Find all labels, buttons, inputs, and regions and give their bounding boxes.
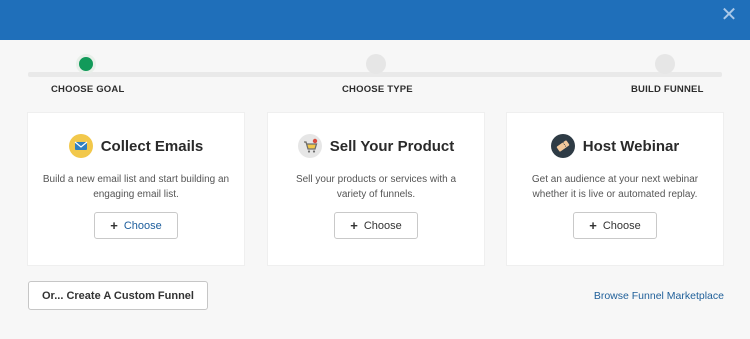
choose-label: Choose [363,219,402,232]
choose-label: Choose [123,219,162,232]
close-icon[interactable]: ✕ [718,4,740,26]
card-description: Sell your products or services with a va… [295,174,457,200]
choose-button-sell-your-product[interactable]: + Choose [334,212,418,239]
step-dot-choose-goal [76,54,96,74]
choose-button-collect-emails[interactable]: + Choose [94,212,178,239]
modal-header-bar [0,0,750,40]
browse-funnel-marketplace-link[interactable]: Browse Funnel Marketplace [594,290,724,302]
card-title: Host Webinar [582,137,680,155]
goal-card-host-webinar[interactable]: Host Webinar Get an audience at your nex… [507,113,723,265]
card-description: Get an audience at your next webinar whe… [531,174,699,200]
plus-icon: + [589,218,597,233]
step-label-choose-type: CHOOSE TYPE [342,84,413,95]
goal-card-collect-emails[interactable]: Collect Emails Build a new email list an… [28,113,244,265]
step-dot-build-funnel [655,54,675,74]
shopping-cart-icon [297,134,322,158]
choose-button-host-webinar[interactable]: + Choose [573,212,657,239]
choose-label: Choose [602,219,641,232]
step-dot-choose-type [366,54,386,74]
step-label-choose-goal: CHOOSE GOAL [51,84,125,95]
card-title: Sell Your Product [329,137,455,155]
step-label-build-funnel: BUILD FUNNEL [631,84,704,95]
card-title: Collect Emails [100,137,204,155]
create-custom-funnel-button[interactable]: Or... Create A Custom Funnel [28,281,208,310]
card-description: Build a new email list and start buildin… [42,174,230,200]
envelope-icon [68,134,93,158]
plus-icon: + [110,218,118,233]
plus-icon: + [350,218,358,233]
ticket-icon [550,134,575,158]
goal-card-sell-your-product[interactable]: Sell Your Product Sell your products or … [268,113,484,265]
